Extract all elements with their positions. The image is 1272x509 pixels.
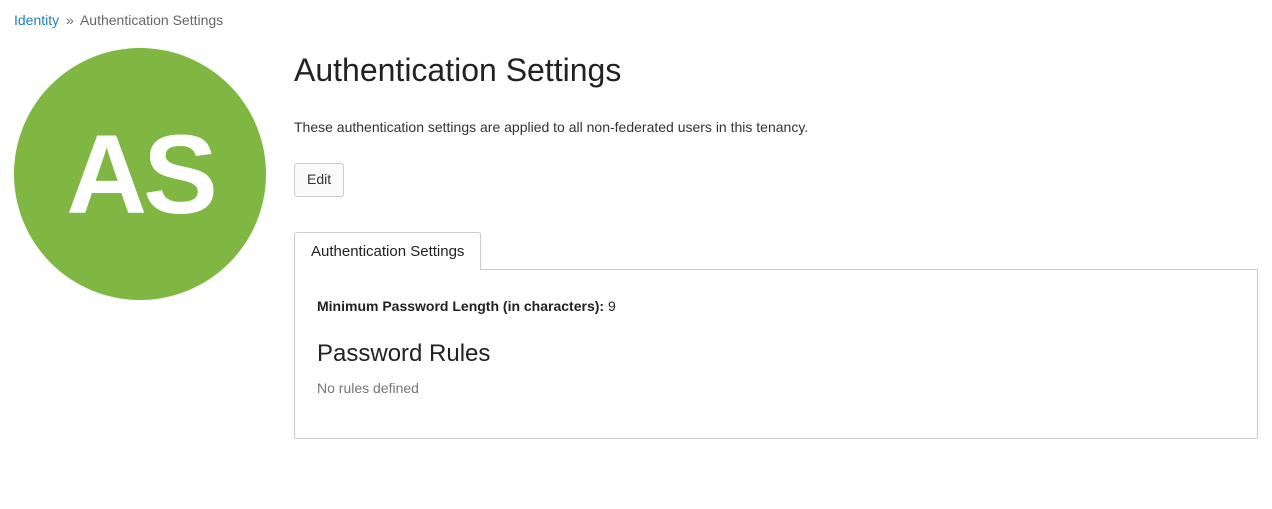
breadcrumb-separator: » [66,12,74,28]
breadcrumb-current: Authentication Settings [80,12,223,28]
edit-button[interactable]: Edit [294,163,344,197]
avatar: AS [14,48,266,300]
breadcrumb-link-identity[interactable]: Identity [14,12,59,28]
page-title: Authentication Settings [294,52,1258,89]
field-min-password-length: Minimum Password Length (in characters):… [317,298,1235,314]
field-label: Minimum Password Length (in characters): [317,298,604,314]
tab-content: Minimum Password Length (in characters):… [294,269,1258,439]
password-rules-heading: Password Rules [317,340,1235,368]
page-description: These authentication settings are applie… [294,119,1258,135]
avatar-initials: AS [66,110,214,239]
tab-authentication-settings[interactable]: Authentication Settings [294,232,481,270]
password-rules-empty: No rules defined [317,380,1235,396]
breadcrumb: Identity » Authentication Settings [14,12,1258,28]
field-value: 9 [608,298,616,314]
